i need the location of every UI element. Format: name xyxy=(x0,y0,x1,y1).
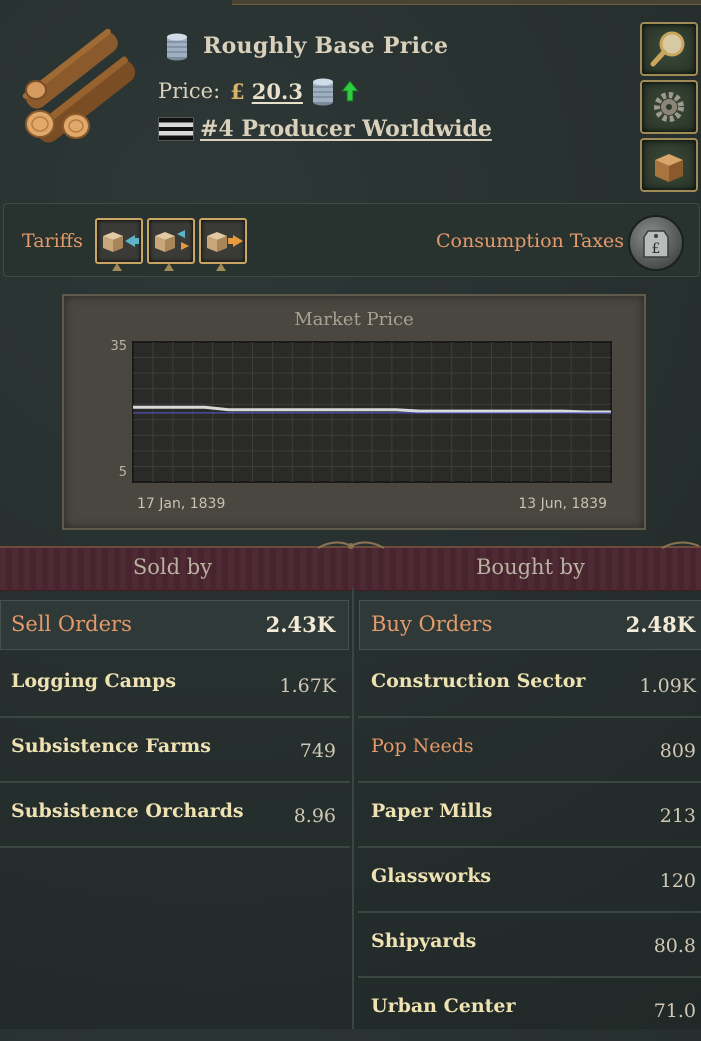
seller-value: 749 xyxy=(299,740,336,762)
coin-stack-icon xyxy=(167,33,187,61)
ornament-icon xyxy=(317,541,385,549)
buy-orders-total: 2.48K xyxy=(625,612,695,637)
goods-details-button[interactable] xyxy=(640,138,698,192)
production-methods-button[interactable] xyxy=(640,80,698,134)
top-frame-edge xyxy=(232,0,701,5)
buyer-value: 809 xyxy=(659,740,696,762)
buyer-value: 120 xyxy=(659,870,696,892)
import-tariff-button[interactable] xyxy=(95,218,143,271)
sell-orders-total: 2.43K xyxy=(265,612,335,637)
seller-value: 1.67K xyxy=(279,675,337,697)
currency-symbol: £ xyxy=(230,78,245,104)
buy-orders-label: Buy Orders xyxy=(371,612,493,636)
buyer-name: Paper Mills xyxy=(371,800,493,822)
buyer-value: 71.0 xyxy=(653,1000,696,1022)
goods-crate-icon xyxy=(655,154,683,182)
bought-by-header: Bought by xyxy=(476,555,585,579)
consumption-taxes-label: Consumption Taxes xyxy=(436,230,625,252)
price-label: Price: xyxy=(158,79,221,103)
buyer-value: 213 xyxy=(659,805,696,827)
country-flag-icon xyxy=(158,117,194,141)
buyer-value: 80.8 xyxy=(653,935,696,957)
x-tick-label: 13 Jun, 1839 xyxy=(518,496,607,512)
magnifier-icon xyxy=(650,31,685,67)
tariffs-label: Tariffs xyxy=(22,230,83,252)
export-tariff-icon xyxy=(207,232,243,252)
svg-text:£: £ xyxy=(652,241,661,257)
buyer-name: Urban Center xyxy=(371,995,516,1017)
producer-rank[interactable]: #4 Producer Worldwide xyxy=(200,116,492,142)
buyer-name: Construction Sector xyxy=(371,670,586,692)
price-row: Price: £ 20.3 xyxy=(158,76,359,106)
arrow-up-icon xyxy=(340,80,359,102)
price-tag-pound-icon: £ xyxy=(643,230,669,258)
gear-icon xyxy=(654,92,684,122)
seller-name: Subsistence Orchards xyxy=(11,800,244,822)
y-tick-label: 5 xyxy=(119,465,127,480)
x-tick-label: 17 Jan, 1839 xyxy=(137,496,225,512)
no-tariff-button[interactable] xyxy=(147,218,195,271)
sold-by-header: Sold by xyxy=(132,555,213,579)
market-price-plot: 35 5 17 Jan, 1839 13 Jun, 1839 xyxy=(110,339,612,512)
buyer-name: Glassworks xyxy=(371,865,492,887)
wood-logs-icon xyxy=(22,28,136,143)
coin-stack-icon xyxy=(312,78,333,106)
price-value[interactable]: 20.3 xyxy=(252,79,303,104)
column-divider xyxy=(352,588,354,1029)
producer-rank-row: #4 Producer Worldwide xyxy=(158,116,492,142)
sell-orders-label: Sell Orders xyxy=(11,612,132,636)
no-tariff-icon xyxy=(155,230,189,252)
seller-value: 8.96 xyxy=(293,805,336,827)
buyer-name: Pop Needs xyxy=(371,735,474,757)
market-inspect-button[interactable] xyxy=(640,22,698,76)
seller-name: Subsistence Farms xyxy=(11,735,211,757)
consumption-tax-button[interactable]: £ xyxy=(628,215,684,271)
seller-name: Logging Camps xyxy=(11,670,177,692)
export-tariff-button[interactable] xyxy=(199,218,247,271)
y-tick-label: 35 xyxy=(110,339,127,354)
ornament-icon xyxy=(661,541,700,549)
price-status: Roughly Base Price xyxy=(203,33,449,59)
buyer-value: 1.09K xyxy=(639,675,697,697)
buyer-name: Shipyards xyxy=(371,930,477,952)
import-tariff-icon xyxy=(103,232,139,252)
